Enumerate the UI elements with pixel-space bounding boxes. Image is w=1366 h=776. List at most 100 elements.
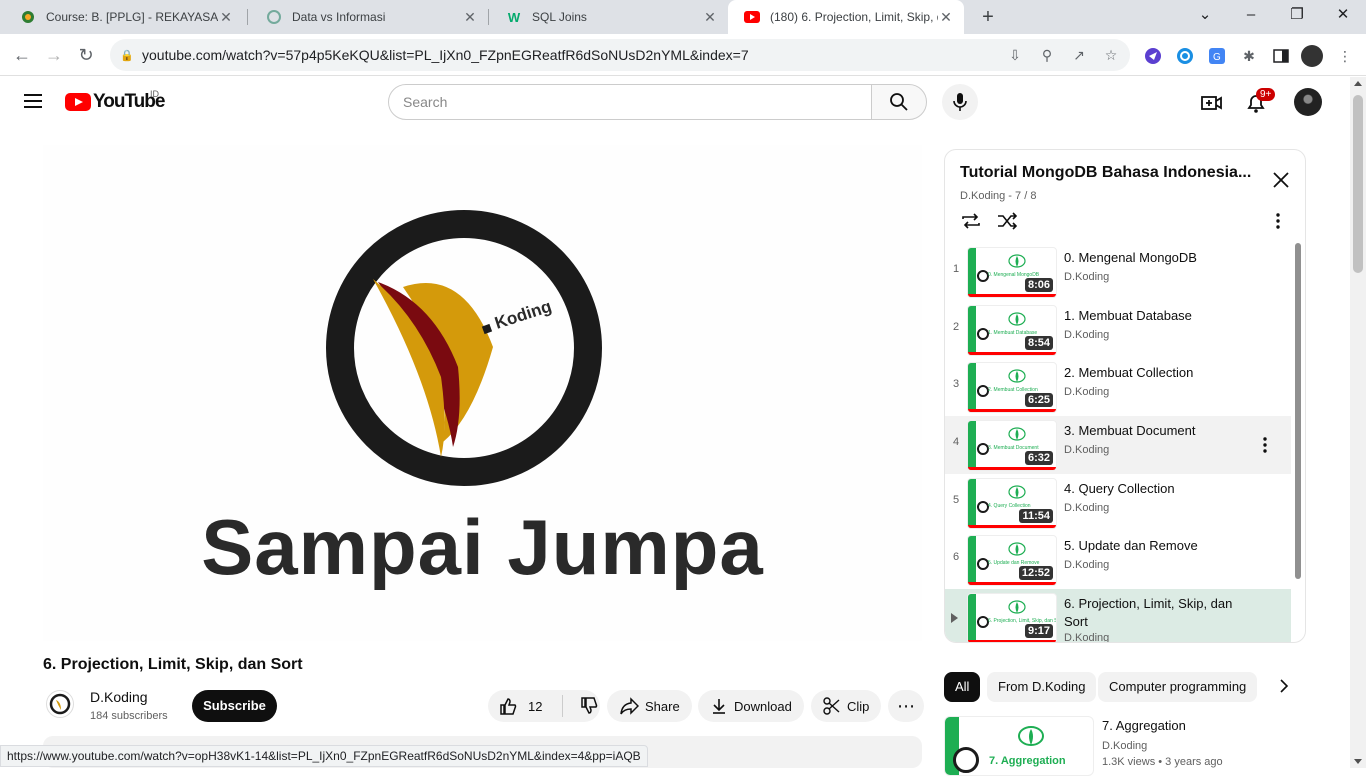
shuffle-icon[interactable] [996, 212, 1018, 235]
scrollbar-thumb[interactable] [1353, 95, 1363, 273]
avatar[interactable] [1294, 88, 1322, 116]
kebab-menu-icon[interactable] [1275, 212, 1281, 235]
hamburger-menu-icon[interactable] [24, 94, 42, 112]
chevron-right-icon[interactable] [1274, 676, 1294, 696]
close-icon[interactable]: ✕ [702, 9, 718, 26]
video-thumbnail[interactable]: 6. Projection, Limit, Skip, dan Sort 9:17 [967, 593, 1057, 642]
recommendation-thumbnail[interactable]: 7. Aggregation [944, 716, 1094, 776]
zoom-icon[interactable]: ⚲ [1038, 47, 1056, 64]
scroll-up-arrow[interactable] [1354, 81, 1362, 86]
share-button[interactable]: Share [607, 690, 692, 722]
close-icon[interactable]: ✕ [462, 9, 478, 26]
thumbs-up-icon[interactable] [498, 696, 518, 716]
create-video-icon[interactable] [1200, 91, 1224, 115]
notification-badge: 9+ [1256, 88, 1276, 101]
url-text[interactable]: youtube.com/watch?v=57p4p5KeKQU&list=PL_… [142, 47, 749, 63]
video-thumbnail[interactable]: 0. Mengenal MongoDB 8:06 [967, 247, 1057, 298]
chip-from-channel[interactable]: From D.Koding [987, 672, 1097, 702]
clip-button[interactable]: Clip [811, 690, 882, 722]
download-icon [713, 699, 725, 714]
like-count[interactable]: 12 [528, 699, 542, 714]
playlist-item[interactable]: 5 4. Query Collection 11:54 4. Query Collec… [945, 474, 1291, 532]
extension-refresh-icon[interactable] [1174, 45, 1196, 67]
back-arrow-icon[interactable]: ← [8, 42, 36, 70]
close-icon[interactable]: ✕ [938, 9, 954, 26]
chevron-down-icon[interactable]: ⌄ [1182, 0, 1228, 34]
now-playing-icon [951, 613, 958, 623]
channel-name[interactable]: D.Koding [90, 689, 148, 705]
extension-translate-icon[interactable]: G [1206, 45, 1228, 67]
playlist-item-title[interactable]: 2. Membuat Collection [1064, 364, 1244, 382]
kebab-menu-icon[interactable] [1262, 436, 1268, 459]
playlist-item[interactable]: 3 2. Membuat Collection 6:25 2. Membuat Col… [945, 358, 1291, 416]
w3schools-icon: W [507, 9, 521, 25]
playlist-item-title[interactable]: 3. Membuat Document [1064, 422, 1244, 440]
maximize-button[interactable]: ❐ [1274, 0, 1320, 34]
kebab-menu-icon[interactable]: ⋮ [1334, 45, 1356, 67]
recommendation-title[interactable]: 7. Aggregation [1102, 718, 1186, 733]
playlist-item-channel: D.Koding [1064, 386, 1110, 398]
playlist-item-title[interactable]: 4. Query Collection [1064, 480, 1244, 498]
extension-vpn-icon[interactable] [1142, 45, 1164, 67]
reload-icon[interactable]: ↻ [72, 42, 100, 70]
channel-avatar[interactable] [46, 690, 74, 718]
scroll-down-arrow[interactable] [1354, 759, 1362, 764]
minimize-button[interactable]: – [1228, 0, 1274, 34]
more-actions-button[interactable]: ⋯ [888, 690, 924, 722]
playlist-meta[interactable]: D.Koding - 7 / 8 [960, 190, 1036, 202]
link-status-bar: https://www.youtube.com/watch?v=opH38vK1… [0, 745, 648, 767]
recommendation-channel[interactable]: D.Koding [1102, 740, 1147, 752]
playlist-item-title[interactable]: 6. Projection, Limit, Skip, dan Sort [1064, 595, 1244, 631]
playlist-item[interactable]: 4 3. Membuat Document 6:32 3. Membuat Docum… [945, 416, 1291, 474]
chip-computer-programming[interactable]: Computer programming [1098, 672, 1258, 702]
close-icon[interactable] [1271, 170, 1291, 190]
tab-data-vs-informasi[interactable]: Data vs Informasi ✕ [250, 0, 488, 34]
address-bar[interactable]: 🔒 youtube.com/watch?v=57p4p5KeKQU&list=P… [110, 39, 1130, 71]
search-input[interactable]: Search [388, 84, 872, 120]
playlist-item-title[interactable]: 5. Update dan Remove [1064, 537, 1244, 555]
tab-separator [247, 9, 248, 25]
video-duration: 8:54 [1024, 336, 1053, 350]
video-thumbnail[interactable]: 3. Membuat Document 6:32 [967, 420, 1057, 471]
svg-text:G: G [1213, 52, 1221, 63]
playlist-index: 2 [952, 321, 960, 333]
playlist-item-title[interactable]: 1. Membuat Database [1064, 307, 1244, 325]
bookmark-star-icon[interactable]: ☆ [1102, 47, 1120, 64]
share-page-icon[interactable]: ↗ [1070, 47, 1088, 64]
new-tab-button[interactable]: + [976, 5, 1000, 29]
tab-youtube-active[interactable]: (180) 6. Projection, Limit, Skip, da ✕ [728, 0, 964, 34]
playlist-item[interactable]: 1 0. Mengenal MongoDB 8:06 0. Mengenal Mong… [945, 243, 1291, 301]
playlist-item[interactable]: 2 1. Membuat Database 8:54 1. Membuat Datab… [945, 301, 1291, 359]
tab-course[interactable]: Course: B. [PPLG] - REKAYASA PEI ✕ [4, 0, 244, 34]
close-window-button[interactable]: ✕ [1320, 0, 1366, 34]
playlist-item[interactable]: 6 5. Update dan Remove 12:52 5. Update dan … [945, 531, 1291, 589]
close-icon[interactable]: ✕ [218, 9, 234, 26]
loop-icon[interactable] [960, 212, 982, 235]
voice-search-button[interactable] [942, 84, 978, 120]
playlist-panel: Tutorial MongoDB Bahasa Indonesia... D.K… [944, 149, 1306, 643]
forward-arrow-icon[interactable]: → [40, 42, 68, 70]
video-thumbnail[interactable]: 1. Membuat Database 8:54 [967, 305, 1057, 356]
browser-tab-bar: Course: B. [PPLG] - REKAYASA PEI ✕ Data … [0, 0, 1366, 34]
thumbs-down-icon[interactable] [579, 696, 599, 716]
profile-avatar[interactable] [1301, 45, 1323, 67]
video-thumbnail[interactable]: 5. Update dan Remove 12:52 [967, 535, 1057, 586]
side-panel-icon[interactable] [1270, 45, 1292, 67]
tab-sql-joins[interactable]: W SQL Joins ✕ [490, 0, 728, 34]
watch-progress-bar [968, 467, 1056, 470]
thumbnail-accent [968, 306, 976, 355]
subscribe-button[interactable]: Subscribe [192, 690, 277, 722]
playlist-title[interactable]: Tutorial MongoDB Bahasa Indonesia... [960, 164, 1260, 182]
extensions-puzzle-icon[interactable]: ✱ [1238, 45, 1260, 67]
video-thumbnail[interactable]: 2. Membuat Collection 6:25 [967, 362, 1057, 413]
video-player[interactable]: Koding Sampai Jumpa [43, 145, 922, 641]
playlist-scrollbar[interactable] [1295, 243, 1301, 579]
download-button[interactable]: Download [698, 690, 804, 722]
playlist-item[interactable]: 6. Projection, Limit, Skip, dan Sort 9:17… [945, 589, 1291, 642]
video-thumbnail[interactable]: 4. Query Collection 11:54 [967, 478, 1057, 529]
chip-all[interactable]: All [944, 672, 981, 702]
search-button[interactable] [871, 84, 927, 120]
install-icon[interactable]: ⇩ [1006, 47, 1024, 64]
page-scrollbar[interactable] [1350, 77, 1366, 768]
playlist-item-title[interactable]: 0. Mengenal MongoDB [1064, 249, 1244, 267]
